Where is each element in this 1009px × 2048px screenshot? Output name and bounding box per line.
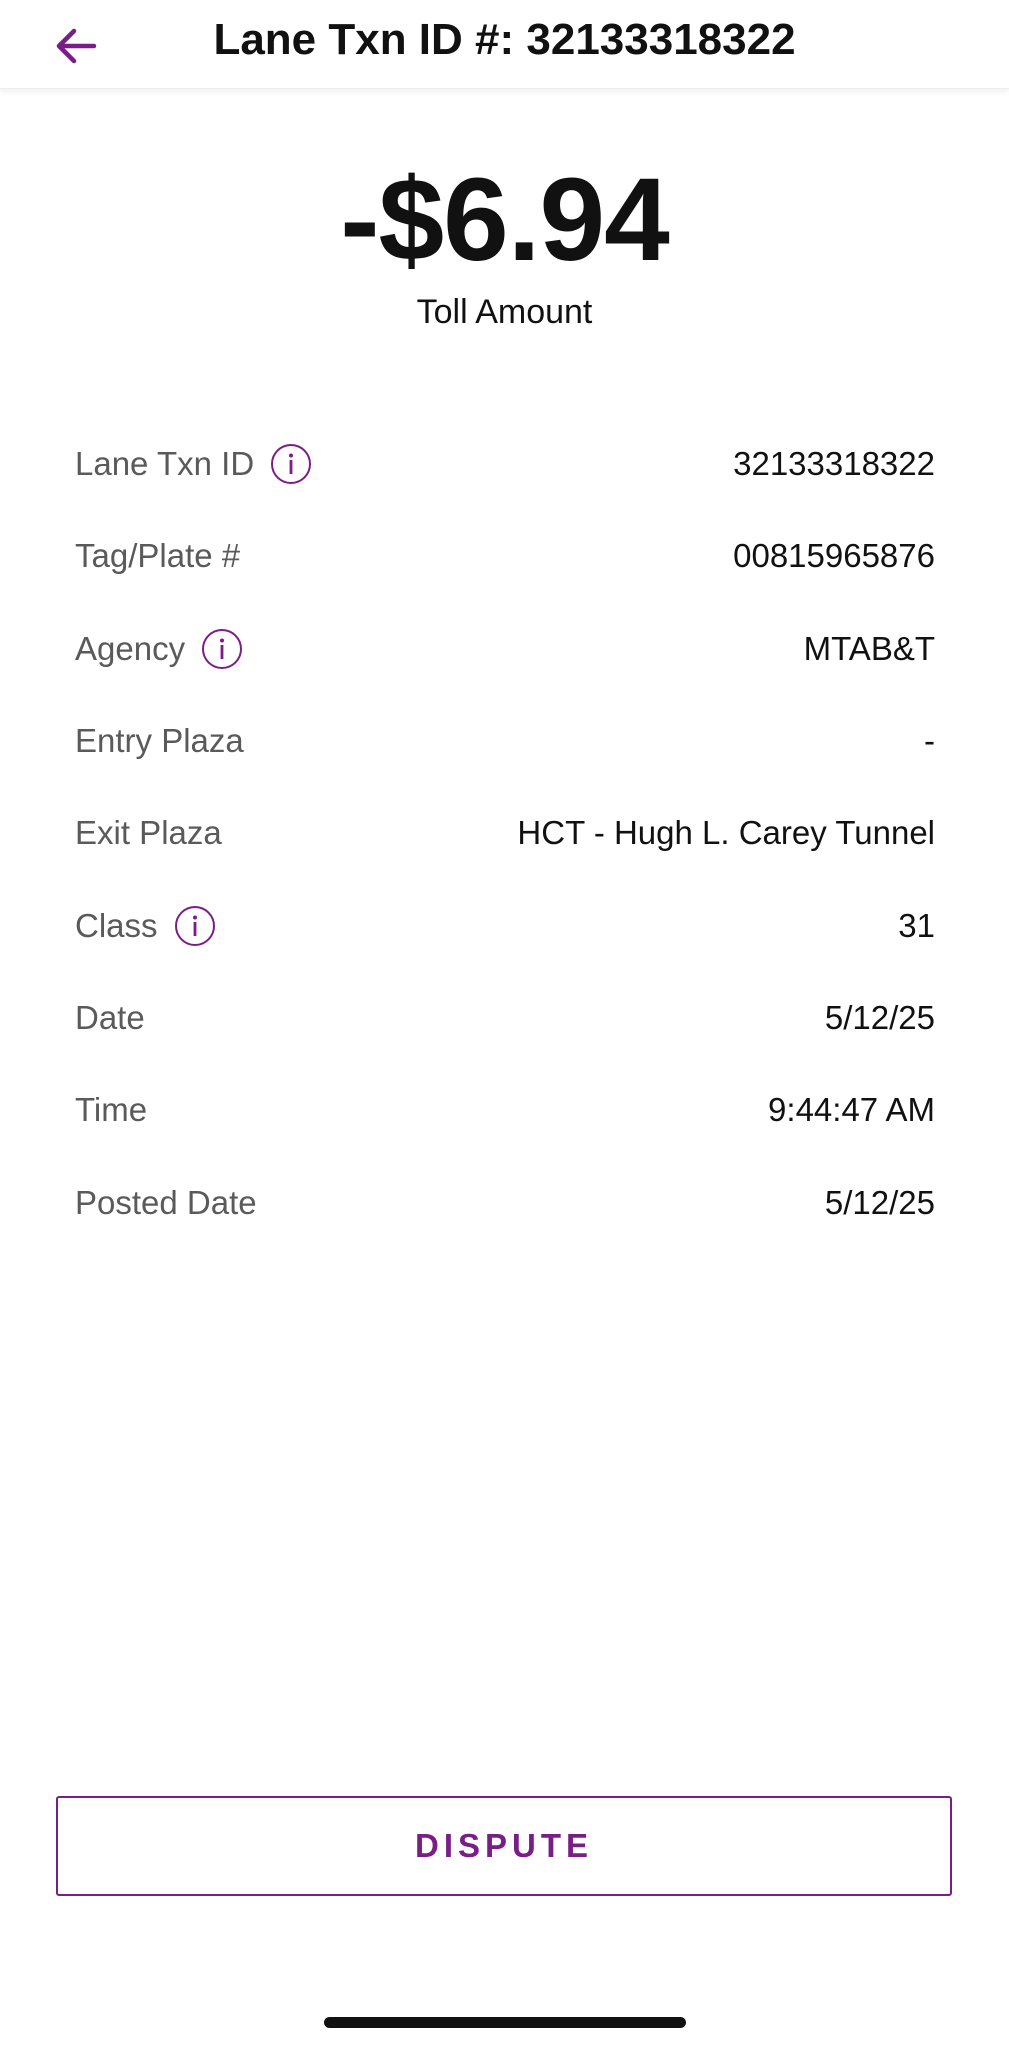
top-app-bar: Lane Txn ID #: 32133318322	[0, 0, 1009, 89]
detail-value: 5/12/25	[824, 998, 935, 1036]
arrow-left-icon	[56, 28, 97, 64]
info-icon[interactable]	[201, 628, 243, 670]
detail-label: Entry Plaza	[75, 722, 244, 760]
detail-label: Tag/Plate #	[75, 537, 241, 575]
page-title: Lane Txn ID #: 32133318322	[213, 15, 796, 64]
back-button[interactable]	[44, 14, 108, 78]
home-indicator	[324, 2017, 686, 2028]
detail-row-agency: Agency MTAB&T	[75, 603, 935, 695]
detail-row-tag-plate: Tag/Plate # 00815965876	[75, 510, 935, 602]
toll-amount-section: -$6.94 Toll Amount	[0, 150, 1009, 334]
detail-row-time: Time 9:44:47 AM	[75, 1064, 935, 1156]
detail-row-class: Class 31	[75, 879, 935, 971]
detail-value: 9:44:47 AM	[768, 1091, 935, 1129]
transaction-details-list: Lane Txn ID 32133318322 Tag/Plate # 0081…	[75, 418, 935, 1249]
detail-value: HCT - Hugh L. Carey Tunnel	[517, 814, 935, 852]
info-icon[interactable]	[270, 443, 312, 485]
detail-row-date: Date 5/12/25	[75, 972, 935, 1064]
detail-label: Time	[75, 1091, 148, 1129]
detail-row-entry-plaza: Entry Plaza -	[75, 695, 935, 787]
dispute-button[interactable]: DISPUTE	[56, 1796, 952, 1896]
detail-row-lane-txn-id: Lane Txn ID 32133318322	[75, 418, 935, 510]
detail-label: Agency	[75, 629, 186, 667]
detail-row-posted-date: Posted Date 5/12/25	[75, 1156, 935, 1248]
detail-value: 5/12/25	[824, 1183, 935, 1221]
detail-label: Posted Date	[75, 1183, 257, 1221]
detail-label: Exit Plaza	[75, 814, 222, 852]
detail-row-exit-plaza: Exit Plaza HCT - Hugh L. Carey Tunnel	[75, 787, 935, 879]
detail-value: -	[924, 722, 935, 760]
detail-value: 31	[898, 906, 935, 944]
detail-value: 32133318322	[733, 445, 935, 483]
detail-value: 00815965876	[733, 537, 935, 575]
toll-amount-value: -$6.94	[340, 154, 670, 286]
detail-label: Lane Txn ID	[75, 445, 255, 483]
detail-label: Class	[75, 906, 158, 944]
detail-value: MTAB&T	[803, 629, 935, 667]
info-icon[interactable]	[174, 905, 216, 947]
detail-label: Date	[75, 998, 145, 1036]
toll-amount-label: Toll Amount	[416, 293, 593, 331]
